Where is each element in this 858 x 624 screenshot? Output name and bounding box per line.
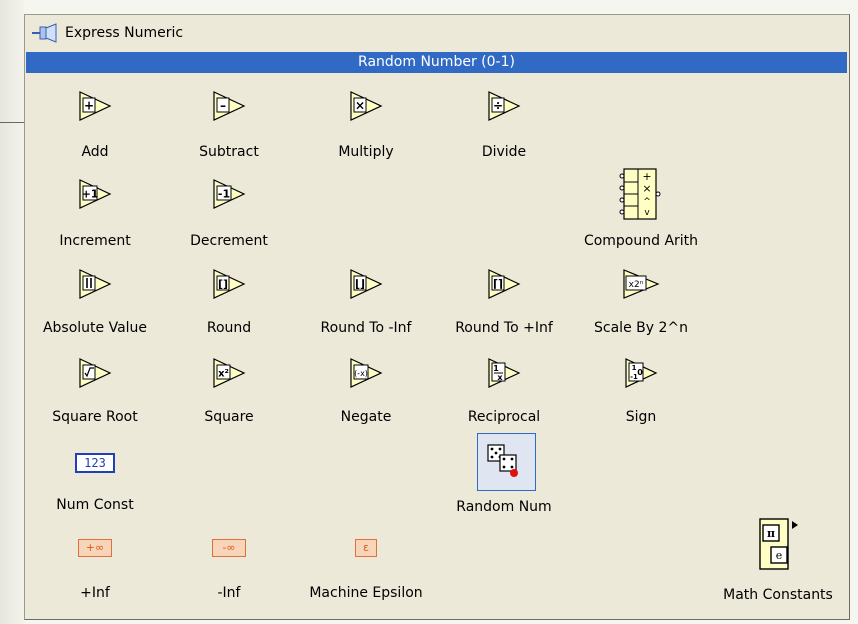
selected-item-label: Random Number (0-1) — [26, 52, 847, 73]
num-const-item[interactable]: 123 Num Const — [40, 451, 150, 519]
svg-text:-1: -1 — [218, 188, 230, 201]
svg-text:[]: [] — [218, 278, 228, 291]
svg-text:⌈⌉: ⌈⌉ — [493, 278, 503, 291]
square-label: Square — [204, 409, 254, 425]
scale-by-2n-label: Scale By 2^n — [594, 320, 688, 336]
scale-by-2n-icon: x2ⁿ — [623, 269, 660, 299]
add-label: Add — [81, 144, 109, 160]
square-root-label: Square Root — [52, 409, 138, 425]
svg-text:v: v — [644, 208, 650, 218]
background-line — [0, 122, 24, 123]
increment-label: Increment — [59, 233, 131, 249]
reciprocal-icon: 1 x — [488, 358, 521, 388]
increment-icon: +1 — [79, 179, 112, 209]
round-item[interactable]: [] Round — [174, 268, 284, 340]
svg-text:(-x): (-x) — [354, 369, 368, 378]
svg-text:×: × — [642, 182, 651, 195]
scale-by-2n-item[interactable]: x2ⁿ Scale By 2^n — [576, 268, 706, 340]
svg-text:–: – — [220, 99, 226, 113]
svg-text:+: + — [84, 99, 94, 113]
add-item[interactable]: + Add — [40, 90, 150, 162]
epsilon-icon: ε — [355, 539, 377, 557]
neg-inf-item[interactable]: -∞ -Inf — [174, 535, 284, 607]
pos-infinity-icon: +∞ — [78, 539, 112, 557]
num-const-icon: 123 — [75, 453, 115, 473]
subtract-item[interactable]: – Subtract — [174, 90, 284, 162]
absolute-value-icon — [79, 269, 112, 299]
machine-epsilon-label: Machine Epsilon — [309, 585, 423, 601]
divide-label: Divide — [481, 144, 527, 160]
absolute-value-item[interactable]: Absolute Value — [25, 268, 165, 340]
svg-text:0: 0 — [637, 368, 643, 377]
math-constants-label: Math Constants — [723, 587, 833, 603]
negate-icon: (-x) — [350, 358, 383, 388]
subtract-label: Subtract — [199, 144, 259, 160]
sign-label: Sign — [625, 409, 657, 425]
square-item[interactable]: x² Square — [174, 357, 284, 429]
dice-icon — [487, 444, 518, 477]
random-num-item[interactable]: Random Num — [449, 435, 559, 519]
compound-arith-item[interactable]: + × ^ v Compound Arith — [576, 165, 706, 253]
reciprocal-item[interactable]: 1 x Reciprocal — [449, 357, 559, 429]
decrement-icon: -1 — [213, 179, 246, 209]
multiply-item[interactable]: × Multiply — [311, 90, 421, 162]
svg-text:x: x — [497, 373, 503, 382]
subtract-icon: – — [213, 91, 246, 121]
pos-inf-item[interactable]: +∞ +Inf — [40, 535, 150, 607]
math-constants-subpalette-icon: π e — [759, 518, 798, 570]
svg-text:÷: ÷ — [493, 99, 503, 113]
decrement-item[interactable]: -1 Decrement — [174, 178, 284, 252]
svg-text:e: e — [776, 549, 783, 562]
svg-text:⌊⌋: ⌊⌋ — [355, 278, 365, 291]
math-constants-item[interactable]: π e Math Constants — [708, 515, 848, 607]
multiply-label: Multiply — [338, 144, 394, 160]
square-icon: x² — [213, 358, 246, 388]
palette-title: Express Numeric — [65, 25, 184, 41]
left-edge-shade — [0, 0, 24, 624]
svg-text:1: 1 — [493, 364, 499, 373]
palette-header[interactable]: Express Numeric — [31, 20, 183, 46]
svg-text:x²: x² — [218, 369, 229, 380]
round-to-pos-inf-label: Round To +Inf — [455, 320, 553, 336]
round-label: Round — [206, 320, 252, 336]
svg-text:1: 1 — [632, 364, 637, 372]
increment-item[interactable]: +1 Increment — [40, 178, 150, 252]
round-to-neg-inf-icon: ⌊⌋ — [350, 269, 383, 299]
round-to-neg-inf-label: Round To -Inf — [320, 320, 412, 336]
sign-item[interactable]: 1 -1 0 Sign — [586, 357, 696, 429]
svg-text:x2ⁿ: x2ⁿ — [629, 280, 644, 290]
round-to-neg-inf-item[interactable]: ⌊⌋ Round To -Inf — [301, 268, 431, 340]
neg-inf-label: -Inf — [217, 585, 241, 601]
add-icon: + — [79, 91, 112, 121]
negate-item[interactable]: (-x) Negate — [311, 357, 421, 429]
express-numeric-palette: Express Numeric Random Number (0-1) + Ad… — [24, 14, 850, 620]
neg-infinity-icon: -∞ — [212, 539, 246, 557]
pin-icon[interactable] — [31, 22, 59, 44]
num-const-label: Num Const — [56, 497, 134, 513]
compound-arith-label: Compound Arith — [583, 233, 699, 249]
reciprocal-label: Reciprocal — [467, 409, 541, 425]
svg-text:+1: +1 — [82, 188, 99, 201]
round-to-pos-inf-icon: ⌈⌉ — [488, 269, 521, 299]
decrement-label: Decrement — [190, 233, 268, 249]
sign-icon: 1 -1 0 — [625, 358, 658, 388]
compound-arith-icon: + × ^ v — [619, 168, 661, 220]
svg-text:^: ^ — [643, 197, 651, 207]
svg-text:π: π — [767, 527, 775, 540]
svg-text:×: × — [355, 99, 365, 113]
square-root-icon — [79, 358, 112, 388]
square-root-item[interactable]: Square Root — [40, 357, 150, 429]
round-to-pos-inf-item[interactable]: ⌈⌉ Round To +Inf — [439, 268, 569, 340]
round-icon: [] — [213, 269, 246, 299]
divide-item[interactable]: ÷ Divide — [449, 90, 559, 162]
divide-icon: ÷ — [488, 91, 521, 121]
negate-label: Negate — [340, 409, 392, 425]
multiply-icon: × — [350, 91, 383, 121]
machine-epsilon-item[interactable]: ε Machine Epsilon — [301, 535, 431, 607]
absolute-value-label: Absolute Value — [42, 320, 148, 336]
random-num-label: Random Num — [456, 499, 552, 515]
pos-inf-label: +Inf — [80, 585, 110, 601]
